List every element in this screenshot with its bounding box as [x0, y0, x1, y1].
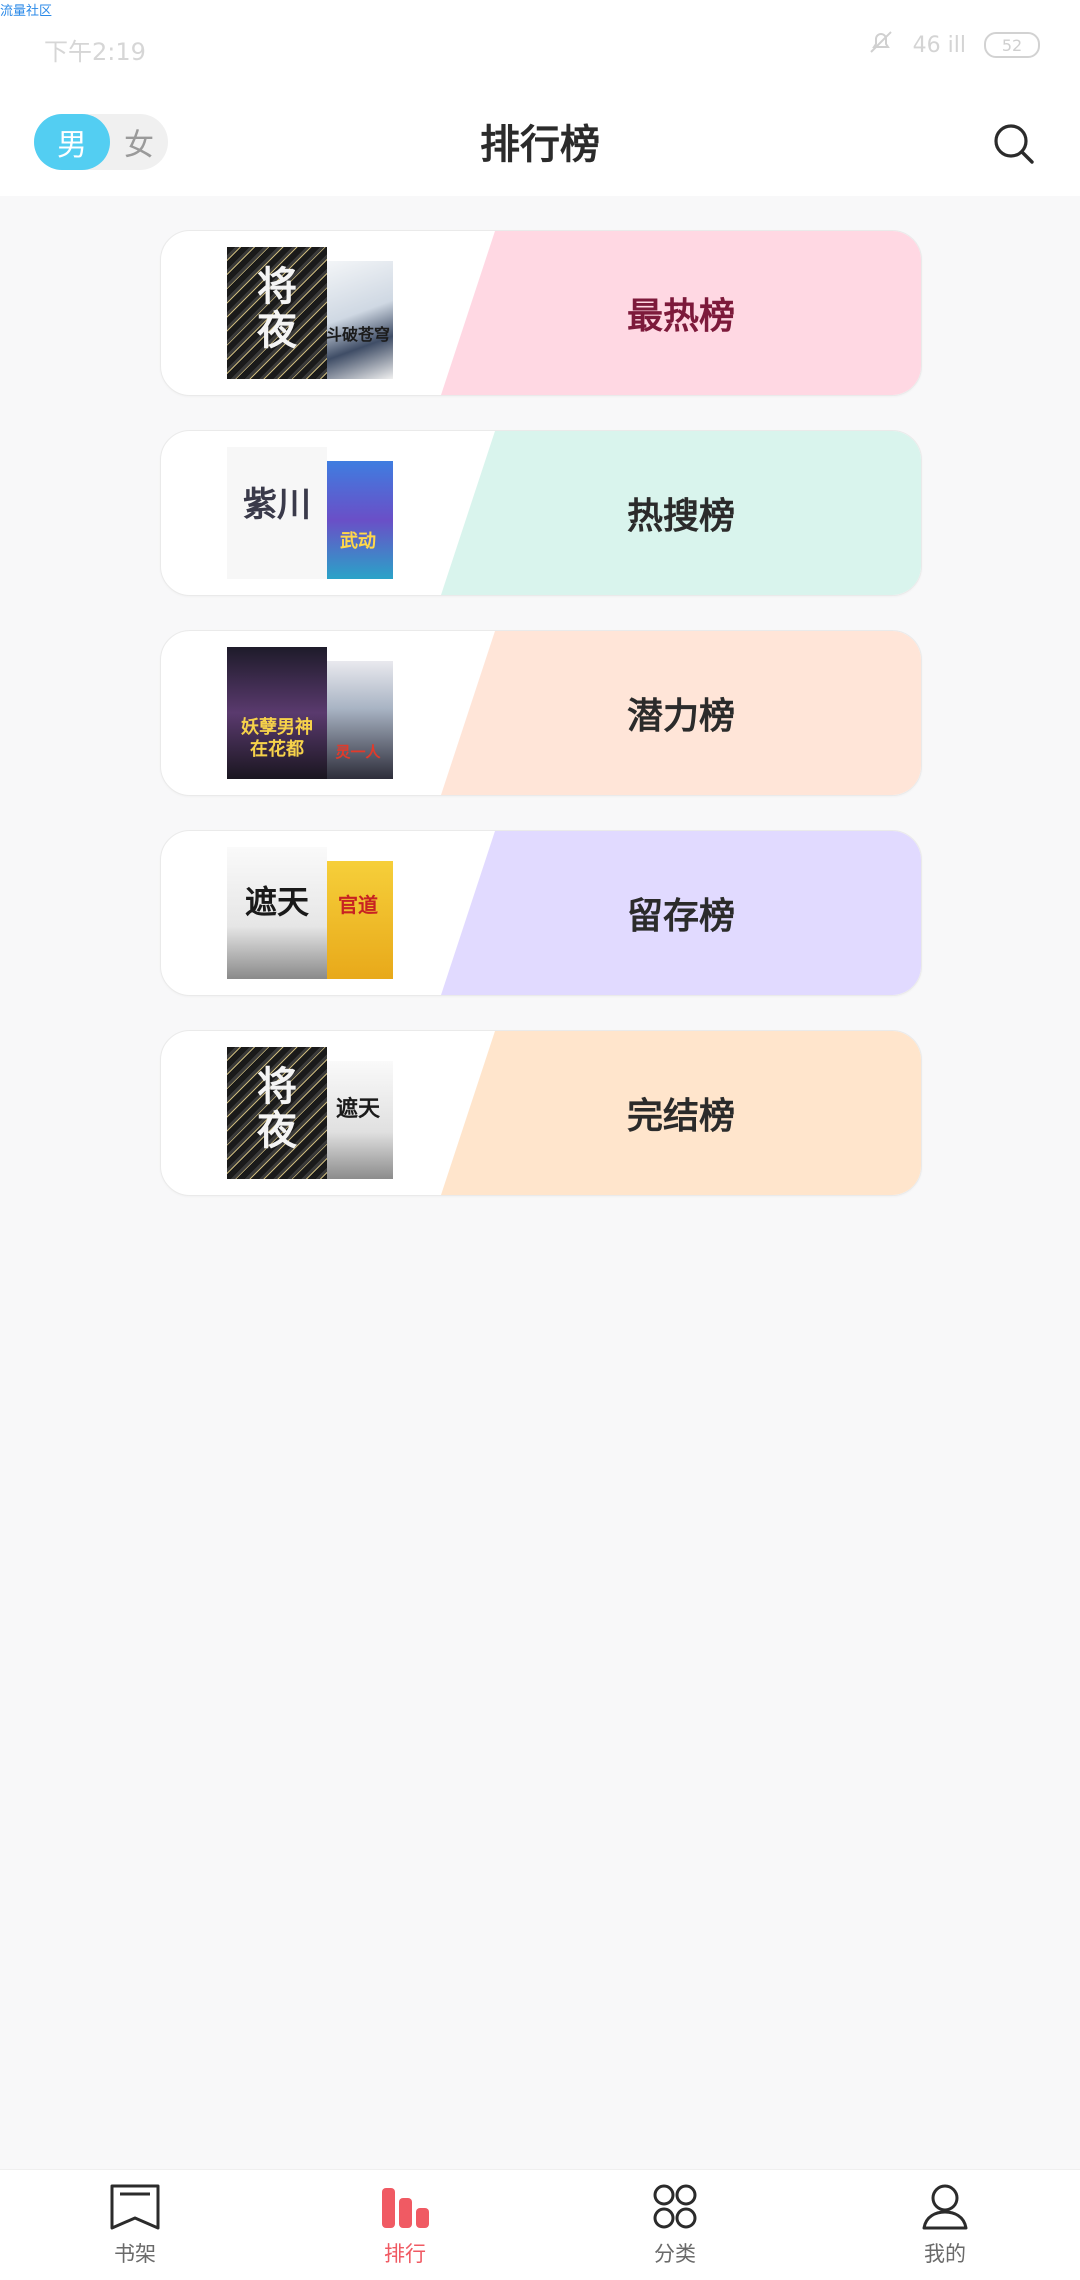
book-cover: 将夜	[227, 247, 327, 379]
book-cover: 妖孽男神在花都	[227, 647, 327, 779]
mute-icon	[867, 28, 895, 62]
rank-label: 热搜榜	[626, 496, 735, 537]
header: 男 女 排行榜	[0, 92, 1080, 196]
cover-title: 紫川	[243, 485, 311, 525]
battery-level: 52	[1001, 35, 1023, 55]
rank-label: 最热榜	[626, 296, 735, 337]
status-icons: 46 ill 52	[867, 28, 1040, 62]
category-icon	[653, 2184, 697, 2229]
cover-title: 将夜	[257, 1063, 297, 1154]
book-cover: 将夜	[227, 1047, 327, 1179]
rank-label: 潜力榜	[626, 696, 735, 737]
rank-card-hot-search[interactable]: 武动 紫川 热搜榜	[160, 430, 922, 596]
rank-card-potential[interactable]: 灵一人 妖孽男神在花都 潜力榜	[160, 630, 922, 796]
ranking-icon	[382, 2188, 429, 2228]
profile-icon	[922, 2184, 968, 2230]
cover-title: 灵一人	[335, 743, 381, 761]
rank-card-hottest[interactable]: 斗破苍穹 将夜 最热榜	[160, 230, 922, 396]
cover-title: 武动	[340, 531, 376, 552]
nav-label: 分类	[654, 2242, 696, 2266]
book-cover: 遮天	[227, 847, 327, 979]
book-cover: 斗破苍穹	[323, 261, 393, 379]
nav-label: 排行	[384, 2242, 426, 2266]
rank-card-retention[interactable]: 官道 遮天 留存榜	[160, 830, 922, 996]
rank-card-completed[interactable]: 遮天 将夜 完结榜	[160, 1030, 922, 1196]
nav-label: 书架	[114, 2242, 156, 2266]
rank-label: 完结榜	[626, 1096, 735, 1137]
book-cover: 灵一人	[323, 661, 393, 779]
ranking-list: 斗破苍穹 将夜 最热榜 武动 紫川 热搜榜 灵一人 妖孽男神在花都 潜力榜 官道	[160, 230, 922, 1230]
status-banner: 流量社区	[0, 4, 53, 19]
nav-bookshelf[interactable]: 书架	[0, 2170, 270, 2280]
battery-indicator: 52	[984, 32, 1040, 58]
page-title: 排行榜	[480, 122, 600, 168]
nav-ranking[interactable]: 排行	[270, 2170, 540, 2280]
book-cover: 遮天	[323, 1061, 393, 1179]
bookshelf-icon	[110, 2184, 160, 2230]
nav-category[interactable]: 分类	[540, 2170, 810, 2280]
book-cover: 紫川	[227, 447, 327, 579]
bottom-nav: 书架 排行 分类 我的	[0, 2169, 1080, 2280]
cover-title: 官道	[338, 893, 378, 917]
search-button[interactable]	[986, 116, 1042, 172]
nav-profile[interactable]: 我的	[810, 2170, 1080, 2280]
cover-title: 遮天	[335, 1096, 380, 1122]
search-icon	[994, 124, 1034, 164]
book-cover: 武动	[323, 461, 393, 579]
cover-title: 遮天	[244, 883, 309, 921]
nav-label: 我的	[924, 2242, 966, 2266]
signal-text: 46 ill	[912, 32, 966, 58]
status-bar: 流量社区 下午2:19 46 ill 52	[0, 0, 1080, 92]
cover-title: 将夜	[257, 263, 297, 354]
status-time: 下午2:19	[44, 38, 146, 66]
rank-label: 留存榜	[626, 896, 735, 937]
book-cover: 官道	[323, 861, 393, 979]
cover-title: 妖孽男神在花都	[241, 717, 313, 760]
cover-title: 斗破苍穹	[325, 325, 390, 344]
